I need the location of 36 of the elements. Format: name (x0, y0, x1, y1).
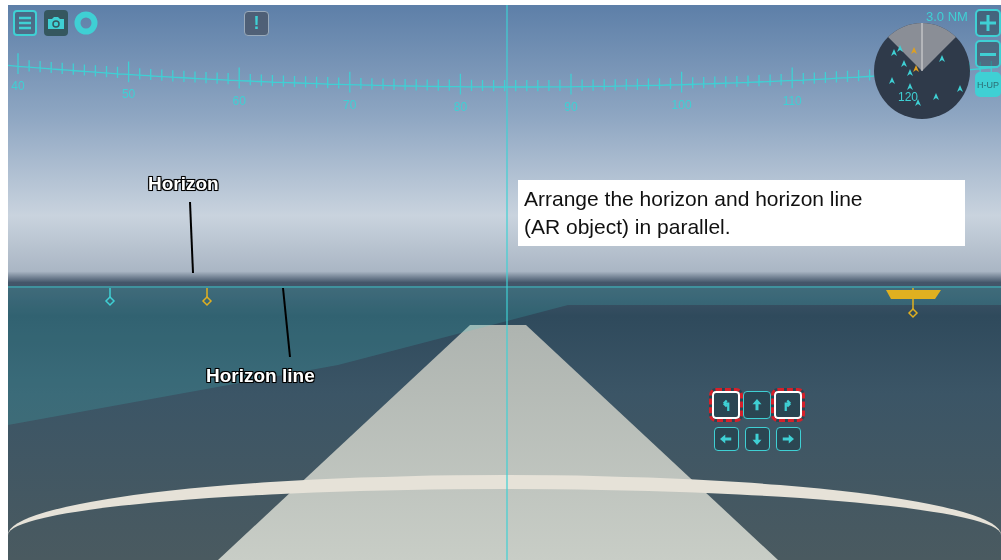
heading-up-button[interactable]: H-UP (975, 72, 1001, 97)
camera-button[interactable] (44, 10, 68, 36)
instruction-note: Arrange the horizon and horizon line (AR object) in parallel. (518, 180, 965, 246)
zoom-in-button[interactable] (975, 9, 1001, 37)
range-label: 3.0 NM (926, 9, 968, 24)
leader-line (282, 287, 291, 358)
menu-icon (18, 16, 32, 30)
heading-label: 110 (782, 93, 802, 108)
heading-label: 70 (343, 97, 357, 112)
target-marker-icon (104, 287, 116, 307)
ship-target-icon (886, 290, 941, 299)
heading-label: 90 (564, 99, 578, 114)
radar-heading-label: 120 (898, 90, 918, 104)
heading-label: 50 (121, 87, 136, 102)
heading-label: 80 (453, 99, 468, 114)
rotate-left-button[interactable] (709, 388, 743, 422)
callout-label: Horizon line (206, 365, 315, 387)
rotate-right-button[interactable] (771, 388, 805, 422)
target-marker-icon (907, 287, 919, 319)
zoom-out-button[interactable] (975, 40, 1001, 68)
target-marker-icon (201, 287, 213, 307)
down-button[interactable] (744, 427, 770, 451)
camera-icon (47, 16, 65, 30)
ring-icon (74, 11, 98, 35)
radar-scope[interactable] (874, 22, 970, 119)
callout-label: Horizon (148, 173, 219, 195)
plus-icon (979, 14, 997, 32)
heading-label: 100 (671, 97, 692, 112)
minus-icon (980, 52, 996, 56)
right-button[interactable] (775, 427, 801, 451)
heading-label: 60 (232, 93, 246, 108)
alert-button[interactable]: ! (244, 11, 269, 36)
up-button[interactable] (743, 391, 771, 419)
left-button[interactable] (713, 427, 739, 451)
menu-button[interactable] (13, 10, 37, 36)
heading-label: 40 (11, 79, 25, 94)
